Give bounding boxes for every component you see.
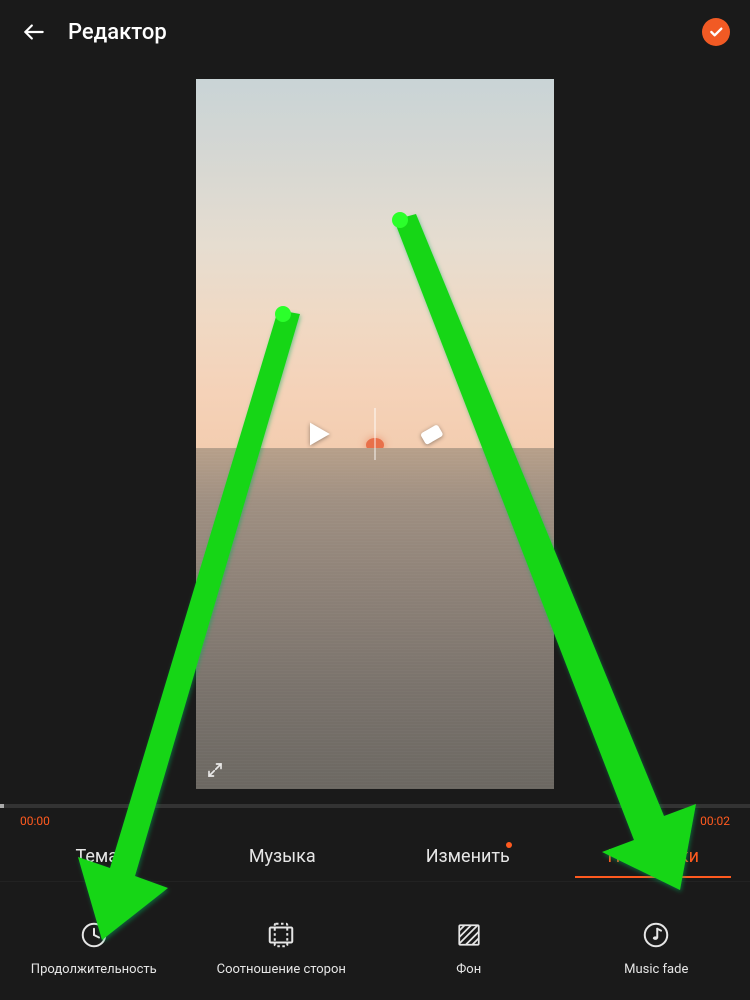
tab-label: Музыка bbox=[249, 846, 316, 867]
erase-button[interactable] bbox=[412, 414, 452, 454]
tools-row: Продолжительность Соотношение сторон Фон… bbox=[0, 882, 750, 1000]
tool-duration[interactable]: Продолжительность bbox=[0, 918, 188, 977]
tool-label: Music fade bbox=[624, 962, 688, 977]
back-button[interactable] bbox=[20, 18, 48, 46]
tab-settings[interactable]: Настройки bbox=[561, 836, 747, 877]
time-end: 00:02 bbox=[700, 814, 730, 828]
play-button[interactable] bbox=[299, 414, 339, 454]
tabs: Тема Музыка Изменить Настройки bbox=[0, 832, 750, 882]
notification-dot bbox=[506, 842, 512, 848]
tool-label: Соотношение сторон bbox=[217, 962, 346, 977]
tool-aspect[interactable]: Соотношение сторон bbox=[188, 918, 376, 977]
fullscreen-button[interactable] bbox=[204, 759, 226, 781]
divider bbox=[375, 408, 376, 460]
timeline[interactable] bbox=[0, 804, 750, 808]
aspect-icon bbox=[264, 918, 298, 952]
tab-theme[interactable]: Тема bbox=[4, 836, 190, 877]
done-button[interactable] bbox=[702, 18, 730, 46]
video-frame bbox=[196, 79, 554, 789]
video-preview[interactable] bbox=[0, 64, 750, 804]
tool-label: Фон bbox=[456, 962, 481, 977]
tab-label: Настройки bbox=[607, 846, 699, 867]
tab-music[interactable]: Музыка bbox=[190, 836, 376, 877]
time-start: 00:00 bbox=[20, 814, 50, 828]
music-fade-icon bbox=[639, 918, 673, 952]
header-left: Редактор bbox=[20, 18, 167, 46]
pattern-icon bbox=[452, 918, 486, 952]
expand-icon bbox=[206, 761, 224, 779]
checkmark-circle-icon bbox=[708, 24, 724, 40]
preview-sky bbox=[196, 79, 554, 448]
page-title: Редактор bbox=[68, 20, 167, 45]
overlay-controls bbox=[299, 408, 452, 460]
time-row: 00:00 00:02 bbox=[0, 808, 750, 832]
back-arrow-icon bbox=[21, 19, 47, 45]
tab-label: Тема bbox=[75, 846, 118, 867]
play-icon bbox=[302, 417, 336, 451]
header: Редактор bbox=[0, 0, 750, 64]
preview-sea bbox=[196, 448, 554, 789]
tool-label: Продолжительность bbox=[31, 962, 157, 977]
timeline-progress bbox=[0, 804, 4, 808]
eraser-icon bbox=[415, 417, 449, 451]
clock-icon bbox=[77, 918, 111, 952]
tab-label: Изменить bbox=[426, 846, 510, 867]
tab-edit[interactable]: Изменить bbox=[375, 836, 561, 877]
tool-background[interactable]: Фон bbox=[375, 918, 563, 977]
tool-music-fade[interactable]: Music fade bbox=[563, 918, 750, 977]
